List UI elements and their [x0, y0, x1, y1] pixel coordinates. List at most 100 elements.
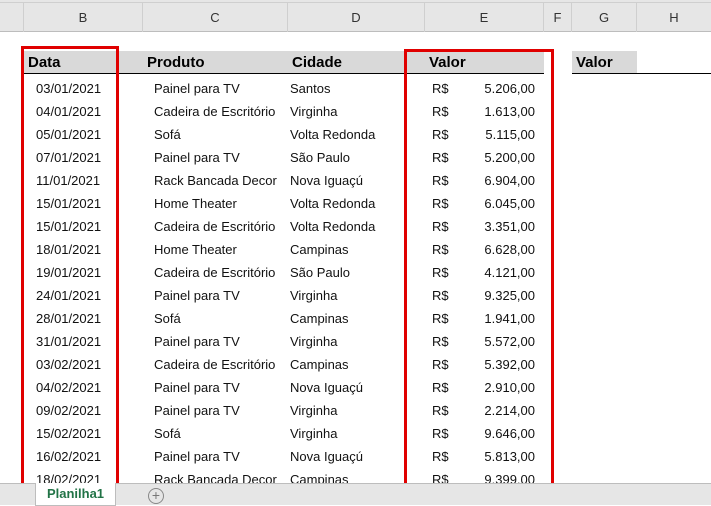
product-cell[interactable]: Painel para TV — [154, 330, 240, 353]
date-cell[interactable]: 18/02/2021 — [36, 468, 101, 483]
product-cell[interactable]: Painel para TV — [154, 77, 240, 100]
value-cell[interactable]: 2.214,00 — [484, 399, 535, 422]
value-cell[interactable]: 5.115,00 — [485, 123, 535, 146]
date-cell[interactable]: 11/01/2021 — [36, 169, 100, 192]
currency-cell[interactable]: R$ — [432, 422, 449, 445]
add-sheet-icon[interactable]: + — [148, 488, 164, 504]
city-cell[interactable]: Santos — [290, 77, 330, 100]
city-cell[interactable]: Volta Redonda — [290, 192, 375, 215]
city-cell[interactable]: Nova Iguaçú — [290, 445, 363, 468]
header-produto[interactable]: Produto — [143, 51, 288, 74]
value-cell[interactable]: 5.572,00 — [484, 330, 535, 353]
value-cell[interactable]: 9.646,00 — [484, 422, 535, 445]
product-cell[interactable]: Cadeira de Escritório — [154, 353, 275, 376]
value-cell[interactable]: 6.628,00 — [484, 238, 535, 261]
city-cell[interactable]: Campinas — [290, 468, 349, 483]
value-cell[interactable]: 9.399,00 — [484, 468, 535, 483]
product-cell[interactable]: Painel para TV — [154, 284, 240, 307]
header-valor[interactable]: Valor — [425, 51, 544, 74]
product-cell[interactable]: Home Theater — [154, 192, 237, 215]
currency-cell[interactable]: R$ — [432, 376, 449, 399]
currency-cell[interactable]: R$ — [432, 468, 449, 483]
city-cell[interactable]: Campinas — [290, 238, 349, 261]
date-cell[interactable]: 05/01/2021 — [36, 123, 101, 146]
column-header-d[interactable]: D — [288, 3, 425, 32]
city-cell[interactable]: Campinas — [290, 353, 349, 376]
date-cell[interactable]: 31/01/2021 — [36, 330, 101, 353]
value-cell[interactable]: 2.910,00 — [484, 376, 535, 399]
column-header-e[interactable]: E — [425, 3, 544, 32]
currency-cell[interactable]: R$ — [432, 399, 449, 422]
product-cell[interactable]: Painel para TV — [154, 376, 240, 399]
date-cell[interactable]: 28/01/2021 — [36, 307, 101, 330]
product-cell[interactable]: Cadeira de Escritório — [154, 261, 275, 284]
value-cell[interactable]: 4.121,00 — [484, 261, 535, 284]
header-data[interactable]: Data — [24, 51, 143, 74]
value-cell[interactable]: 9.325,00 — [484, 284, 535, 307]
product-cell[interactable]: Painel para TV — [154, 399, 240, 422]
date-cell[interactable]: 18/01/2021 — [36, 238, 101, 261]
city-cell[interactable]: Virginha — [290, 284, 337, 307]
value-cell[interactable]: 1.941,00 — [484, 307, 535, 330]
select-all-corner[interactable] — [0, 3, 24, 32]
header-cidade[interactable]: Cidade — [288, 51, 425, 74]
header-valor-g[interactable]: Valor — [572, 51, 637, 74]
column-header-b[interactable]: B — [24, 3, 143, 32]
currency-cell[interactable]: R$ — [432, 238, 449, 261]
date-cell[interactable]: 15/02/2021 — [36, 422, 101, 445]
date-cell[interactable]: 07/01/2021 — [36, 146, 101, 169]
currency-cell[interactable]: R$ — [432, 307, 449, 330]
currency-cell[interactable]: R$ — [432, 77, 449, 100]
currency-cell[interactable]: R$ — [432, 330, 449, 353]
product-cell[interactable]: Sofá — [154, 422, 181, 445]
product-cell[interactable]: Painel para TV — [154, 146, 240, 169]
value-cell[interactable]: 6.904,00 — [484, 169, 535, 192]
sheet-tab-planilha1[interactable]: Planilha1 — [35, 483, 116, 506]
worksheet-grid[interactable]: Data Produto Cidade Valor Valor 03/01/20… — [0, 32, 711, 483]
product-cell[interactable]: Cadeira de Escritório — [154, 100, 275, 123]
column-header-f[interactable]: F — [544, 3, 572, 32]
product-cell[interactable]: Sofá — [154, 123, 181, 146]
date-cell[interactable]: 16/02/2021 — [36, 445, 101, 468]
currency-cell[interactable]: R$ — [432, 100, 449, 123]
product-cell[interactable]: Painel para TV — [154, 445, 240, 468]
currency-cell[interactable]: R$ — [432, 169, 449, 192]
value-cell[interactable]: 5.392,00 — [484, 353, 535, 376]
value-cell[interactable]: 3.351,00 — [484, 215, 535, 238]
date-cell[interactable]: 03/01/2021 — [36, 77, 101, 100]
product-cell[interactable]: Sofá — [154, 307, 181, 330]
column-header-c[interactable]: C — [143, 3, 288, 32]
city-cell[interactable]: Nova Iguaçú — [290, 376, 363, 399]
date-cell[interactable]: 09/02/2021 — [36, 399, 101, 422]
currency-cell[interactable]: R$ — [432, 261, 449, 284]
value-cell[interactable]: 1.613,00 — [484, 100, 535, 123]
currency-cell[interactable]: R$ — [432, 284, 449, 307]
currency-cell[interactable]: R$ — [432, 445, 449, 468]
city-cell[interactable]: Virginha — [290, 100, 337, 123]
city-cell[interactable]: São Paulo — [290, 146, 350, 169]
date-cell[interactable]: 24/01/2021 — [36, 284, 101, 307]
date-cell[interactable]: 15/01/2021 — [36, 192, 101, 215]
value-cell[interactable]: 6.045,00 — [484, 192, 535, 215]
value-cell[interactable]: 5.200,00 — [484, 146, 535, 169]
date-cell[interactable]: 04/01/2021 — [36, 100, 101, 123]
city-cell[interactable]: São Paulo — [290, 261, 350, 284]
city-cell[interactable]: Volta Redonda — [290, 123, 375, 146]
city-cell[interactable]: Virginha — [290, 399, 337, 422]
value-cell[interactable]: 5.206,00 — [484, 77, 535, 100]
date-cell[interactable]: 03/02/2021 — [36, 353, 101, 376]
currency-cell[interactable]: R$ — [432, 123, 449, 146]
currency-cell[interactable]: R$ — [432, 353, 449, 376]
currency-cell[interactable]: R$ — [432, 192, 449, 215]
date-cell[interactable]: 15/01/2021 — [36, 215, 101, 238]
product-cell[interactable]: Rack Bancada Decor — [154, 468, 277, 483]
city-cell[interactable]: Nova Iguaçú — [290, 169, 363, 192]
city-cell[interactable]: Virginha — [290, 422, 337, 445]
date-cell[interactable]: 04/02/2021 — [36, 376, 101, 399]
value-cell[interactable]: 5.813,00 — [484, 445, 535, 468]
date-cell[interactable]: 19/01/2021 — [36, 261, 101, 284]
product-cell[interactable]: Cadeira de Escritório — [154, 215, 275, 238]
city-cell[interactable]: Volta Redonda — [290, 215, 375, 238]
currency-cell[interactable]: R$ — [432, 146, 449, 169]
product-cell[interactable]: Rack Bancada Decor — [154, 169, 277, 192]
